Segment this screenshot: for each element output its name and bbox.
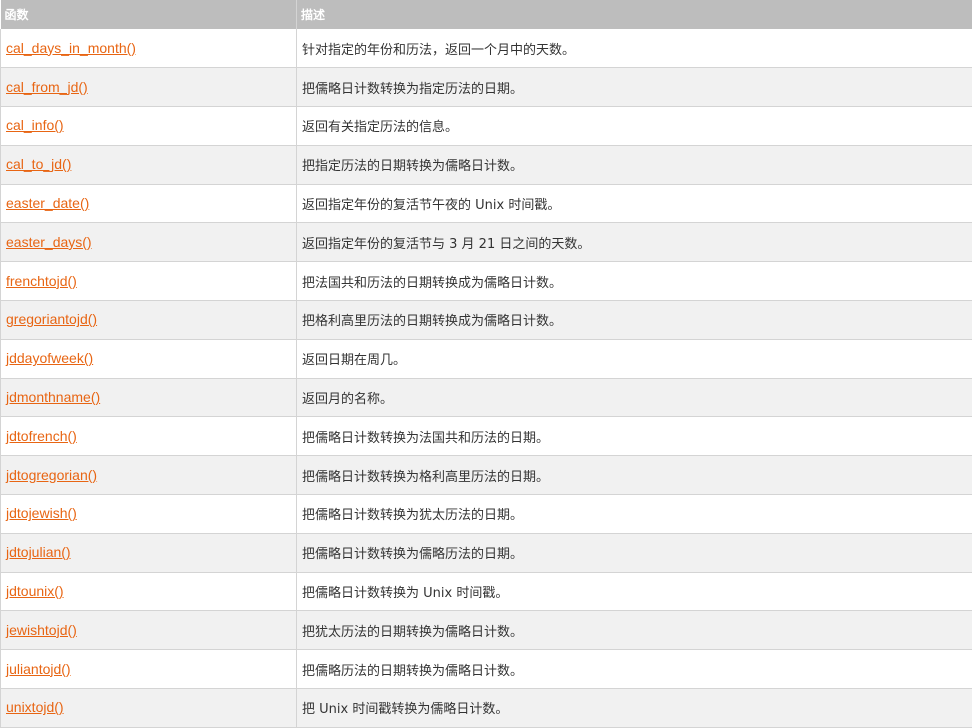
description-text: 把儒略日计数转换为法国共和历法的日期。 — [302, 431, 549, 446]
function-cell: jdtojewish() — [1, 495, 297, 534]
table-row: easter_date() 返回指定年份的复活节午夜的 Unix 时间戳。 — [1, 184, 972, 223]
description-text: 针对指定的年份和历法，返回一个月中的天数。 — [302, 43, 575, 58]
function-cell: jdtogregorian() — [1, 456, 297, 495]
description-text: 把儒略日计数转换为犹太历法的日期。 — [302, 508, 523, 523]
function-cell: jdtounix() — [1, 572, 297, 611]
function-cell: frenchtojd() — [1, 262, 297, 301]
function-link[interactable]: unixtojd() — [6, 699, 64, 715]
table-row: jewishtojd() 把犹太历法的日期转换为儒略日计数。 — [1, 611, 972, 650]
description-text: 把格利高里历法的日期转换成为儒略日计数。 — [302, 314, 562, 329]
description-cell: 返回有关指定历法的信息。 — [297, 107, 972, 146]
function-link[interactable]: cal_days_in_month() — [6, 40, 136, 56]
function-cell: cal_days_in_month() — [1, 29, 297, 68]
description-cell: 把格利高里历法的日期转换成为儒略日计数。 — [297, 301, 972, 340]
description-cell: 把儒略日计数转换为格利高里历法的日期。 — [297, 456, 972, 495]
description-cell: 返回指定年份的复活节午夜的 Unix 时间戳。 — [297, 184, 972, 223]
function-link[interactable]: easter_days() — [6, 234, 92, 250]
function-link[interactable]: juliantojd() — [6, 661, 71, 677]
function-cell: easter_days() — [1, 223, 297, 262]
table-row: jdtounix() 把儒略日计数转换为 Unix 时间戳。 — [1, 572, 972, 611]
calendar-functions-table: 函数 描述 cal_days_in_month() 针对指定的年份和历法，返回一… — [0, 0, 972, 728]
description-cell: 把儒略历法的日期转换为儒略日计数。 — [297, 650, 972, 689]
description-text: 把儒略日计数转换为格利高里历法的日期。 — [302, 470, 549, 485]
function-link[interactable]: jdtounix() — [6, 583, 64, 599]
function-link[interactable]: jewishtojd() — [6, 622, 77, 638]
function-cell: cal_from_jd() — [1, 68, 297, 107]
description-text: 把儒略历法的日期转换为儒略日计数。 — [302, 664, 523, 679]
description-cell: 把儒略日计数转换为 Unix 时间戳。 — [297, 572, 972, 611]
table-row: cal_info() 返回有关指定历法的信息。 — [1, 107, 972, 146]
function-cell: cal_to_jd() — [1, 145, 297, 184]
description-cell: 针对指定的年份和历法，返回一个月中的天数。 — [297, 29, 972, 68]
function-cell: easter_date() — [1, 184, 297, 223]
table-row: gregoriantojd() 把格利高里历法的日期转换成为儒略日计数。 — [1, 301, 972, 340]
table-row: jdtojewish() 把儒略日计数转换为犹太历法的日期。 — [1, 495, 972, 534]
description-text: 把指定历法的日期转换为儒略日计数。 — [302, 159, 523, 174]
description-text: 返回有关指定历法的信息。 — [302, 120, 458, 135]
table-row: unixtojd() 把 Unix 时间戳转换为儒略日计数。 — [1, 689, 972, 728]
function-link[interactable]: jdtofrench() — [6, 428, 77, 444]
function-link[interactable]: jddayofweek() — [6, 350, 93, 366]
function-cell: unixtojd() — [1, 689, 297, 728]
description-text: 把儒略日计数转换为指定历法的日期。 — [302, 82, 523, 97]
description-cell: 把儒略日计数转换为法国共和历法的日期。 — [297, 417, 972, 456]
table-row: jdtojulian() 把儒略日计数转换为儒略历法的日期。 — [1, 533, 972, 572]
function-cell: jdmonthname() — [1, 378, 297, 417]
table-row: jdtofrench() 把儒略日计数转换为法国共和历法的日期。 — [1, 417, 972, 456]
function-cell: jdtojulian() — [1, 533, 297, 572]
table-row: cal_days_in_month() 针对指定的年份和历法，返回一个月中的天数… — [1, 29, 972, 68]
description-cell: 返回日期在周几。 — [297, 339, 972, 378]
table-header-row: 函数 描述 — [1, 0, 972, 29]
function-link[interactable]: gregoriantojd() — [6, 311, 97, 327]
description-text: 把儒略日计数转换为 Unix 时间戳。 — [302, 586, 508, 601]
description-text: 把法国共和历法的日期转换成为儒略日计数。 — [302, 276, 562, 291]
table-row: cal_from_jd() 把儒略日计数转换为指定历法的日期。 — [1, 68, 972, 107]
function-link[interactable]: jdtojulian() — [6, 544, 71, 560]
function-cell: juliantojd() — [1, 650, 297, 689]
description-cell: 把法国共和历法的日期转换成为儒略日计数。 — [297, 262, 972, 301]
table-row: jdmonthname() 返回月的名称。 — [1, 378, 972, 417]
description-text: 返回日期在周几。 — [302, 353, 406, 368]
table-row: jddayofweek() 返回日期在周几。 — [1, 339, 972, 378]
table-row: frenchtojd() 把法国共和历法的日期转换成为儒略日计数。 — [1, 262, 972, 301]
table-row: juliantojd() 把儒略历法的日期转换为儒略日计数。 — [1, 650, 972, 689]
table-row: easter_days() 返回指定年份的复活节与 3 月 21 日之间的天数。 — [1, 223, 972, 262]
description-text: 把 Unix 时间戳转换为儒略日计数。 — [302, 702, 508, 717]
description-cell: 把指定历法的日期转换为儒略日计数。 — [297, 145, 972, 184]
description-cell: 把儒略日计数转换为儒略历法的日期。 — [297, 533, 972, 572]
function-link[interactable]: easter_date() — [6, 195, 89, 211]
description-text: 返回月的名称。 — [302, 392, 393, 407]
function-cell: jewishtojd() — [1, 611, 297, 650]
function-link[interactable]: jdtojewish() — [6, 505, 77, 521]
description-cell: 把儒略日计数转换为犹太历法的日期。 — [297, 495, 972, 534]
description-text: 把儒略日计数转换为儒略历法的日期。 — [302, 547, 523, 562]
description-cell: 把儒略日计数转换为指定历法的日期。 — [297, 68, 972, 107]
function-cell: jddayofweek() — [1, 339, 297, 378]
header-function: 函数 — [1, 0, 297, 29]
description-cell: 把犹太历法的日期转换为儒略日计数。 — [297, 611, 972, 650]
description-text: 返回指定年份的复活节与 3 月 21 日之间的天数。 — [302, 237, 590, 252]
header-description: 描述 — [297, 0, 972, 29]
function-cell: jdtofrench() — [1, 417, 297, 456]
function-link[interactable]: cal_info() — [6, 117, 64, 133]
function-link[interactable]: frenchtojd() — [6, 273, 77, 289]
function-link[interactable]: cal_to_jd() — [6, 156, 71, 172]
function-link[interactable]: cal_from_jd() — [6, 79, 88, 95]
description-text: 把犹太历法的日期转换为儒略日计数。 — [302, 625, 523, 640]
function-cell: gregoriantojd() — [1, 301, 297, 340]
description-cell: 返回月的名称。 — [297, 378, 972, 417]
description-text: 返回指定年份的复活节午夜的 Unix 时间戳。 — [302, 198, 560, 213]
function-link[interactable]: jdmonthname() — [6, 389, 100, 405]
table-row: cal_to_jd() 把指定历法的日期转换为儒略日计数。 — [1, 145, 972, 184]
function-link[interactable]: jdtogregorian() — [6, 467, 97, 483]
description-cell: 返回指定年份的复活节与 3 月 21 日之间的天数。 — [297, 223, 972, 262]
description-cell: 把 Unix 时间戳转换为儒略日计数。 — [297, 689, 972, 728]
table-row: jdtogregorian() 把儒略日计数转换为格利高里历法的日期。 — [1, 456, 972, 495]
function-cell: cal_info() — [1, 107, 297, 146]
